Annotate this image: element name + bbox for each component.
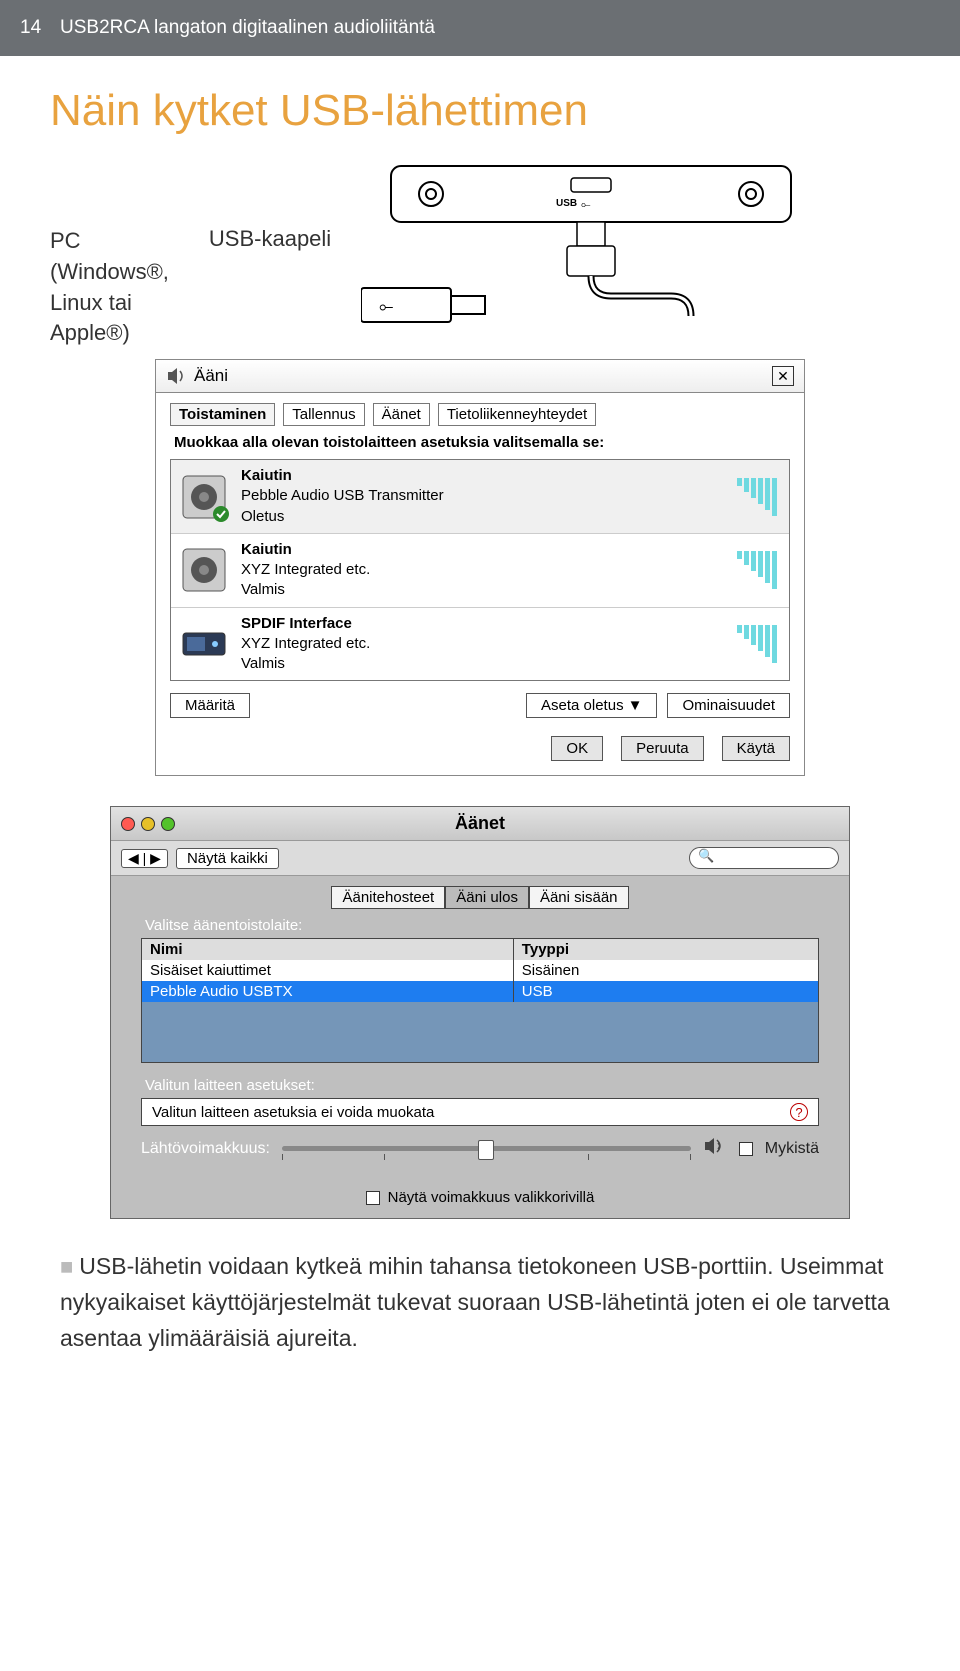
apply-button[interactable]: Käytä (722, 736, 790, 761)
page-header: 14 USB2RCA langaton digitaalinen audioli… (0, 0, 960, 56)
show-volume-menubar-label: Näytä voimakkuus valikkorivillä (388, 1189, 595, 1206)
spdif-icon (179, 619, 229, 669)
window-controls[interactable] (121, 817, 175, 831)
usb-cable-label: USB-kaapeli (209, 226, 331, 252)
mac-tabs: Äänitehosteet Ääni ulos Ääni sisään (141, 886, 819, 909)
speaker-icon (179, 545, 229, 595)
close-icon[interactable]: ✕ (772, 366, 794, 386)
speaker-icon (166, 367, 186, 385)
windows-sound-dialog: Ääni ✕ Toistaminen Tallennus Äänet Tieto… (155, 359, 805, 776)
connection-diagram: PC (Windows®, Linux tai Apple®) USB-kaap… (50, 156, 910, 349)
speaker-icon (179, 472, 229, 522)
header-title: USB2RCA langaton digitaalinen audioliitä… (60, 17, 435, 39)
mac-sound-dialog: Äänet ◀ | ▶ Näytä kaikki 🔍 Äänitehosteet… (110, 806, 850, 1219)
properties-button[interactable]: Ominaisuudet (667, 693, 790, 718)
back-forward-icon[interactable]: ◀ | ▶ (121, 849, 168, 868)
level-meter-icon (737, 625, 777, 663)
mute-checkbox[interactable] (739, 1142, 753, 1156)
body-paragraph: ■USB-lähetin voidaan kytkeä mihin tahans… (60, 1249, 900, 1356)
win-tabs: Toistaminen Tallennus Äänet Tietoliikenn… (170, 403, 790, 426)
choose-output-label: Valitse äänentoistolaite: (145, 917, 819, 934)
svg-text:USB: USB (556, 198, 577, 209)
cancel-button[interactable]: Peruuta (621, 736, 704, 761)
show-all-button[interactable]: Näytä kaikki (176, 848, 279, 869)
volume-slider[interactable] (282, 1146, 691, 1151)
win-instruction: Muokkaa alla olevan toistolaitteen asetu… (174, 434, 786, 451)
device-row[interactable]: Kaiutin Pebble Audio USB Transmitter Ole… (171, 460, 789, 534)
col-type: Tyyppi (514, 939, 818, 960)
show-volume-menubar-checkbox[interactable] (366, 1191, 380, 1205)
tab-sounds[interactable]: Äänet (373, 403, 430, 426)
tab-sound-effects[interactable]: Äänitehosteet (331, 886, 445, 909)
pc-label: PC (Windows®, Linux tai Apple®) (50, 226, 169, 349)
svg-text:⟜: ⟜ (379, 296, 393, 316)
chevron-down-icon: ▼ (628, 697, 643, 714)
device-row[interactable]: SPDIF Interface XYZ Integrated etc. Valm… (171, 608, 789, 681)
tab-input[interactable]: Ääni sisään (529, 886, 629, 909)
page-number: 14 (20, 17, 60, 39)
output-volume-label: Lähtövoimakkuus: (141, 1140, 270, 1158)
minimize-icon (141, 817, 155, 831)
close-icon (121, 817, 135, 831)
device-list: Kaiutin Pebble Audio USB Transmitter Ole… (170, 459, 790, 681)
svg-text:⟜: ⟜ (581, 197, 591, 211)
search-input[interactable]: 🔍 (689, 847, 839, 869)
output-device-table: Nimi Tyyppi Sisäiset kaiuttimet Sisäinen… (141, 938, 819, 1063)
ok-button[interactable]: OK (551, 736, 603, 761)
win-dialog-title: Ääni (194, 366, 228, 386)
bullet-icon: ■ (60, 1254, 73, 1279)
device-row[interactable]: Kaiutin XYZ Integrated etc. Valmis (171, 534, 789, 608)
col-name: Nimi (142, 939, 514, 960)
help-icon[interactable]: ? (790, 1103, 808, 1121)
tab-communications[interactable]: Tietoliikenneyhteydet (438, 403, 596, 426)
level-meter-icon (737, 551, 777, 589)
level-meter-icon (737, 478, 777, 516)
configure-button[interactable]: Määritä (170, 693, 250, 718)
selected-device-settings-label: Valitun laitteen asetukset: (145, 1077, 819, 1094)
tab-recording[interactable]: Tallennus (283, 403, 364, 426)
speaker-icon (703, 1136, 727, 1161)
usb-port-diagram: USB ⟜ ⟜ (361, 156, 811, 326)
settings-text: Valitun laitteen asetuksia ei voida muok… (152, 1104, 434, 1121)
set-default-button[interactable]: Aseta oletus▼ (526, 693, 657, 718)
zoom-icon (161, 817, 175, 831)
tab-playback[interactable]: Toistaminen (170, 403, 275, 426)
mac-dialog-title: Äänet (175, 813, 785, 834)
table-row[interactable]: Sisäiset kaiuttimet Sisäinen (142, 960, 818, 981)
mute-label: Mykistä (765, 1140, 819, 1158)
tab-output[interactable]: Ääni ulos (445, 886, 529, 909)
page-heading: Näin kytket USB-lähettimen (50, 86, 920, 136)
table-row[interactable]: Pebble Audio USBTX USB (142, 981, 818, 1002)
